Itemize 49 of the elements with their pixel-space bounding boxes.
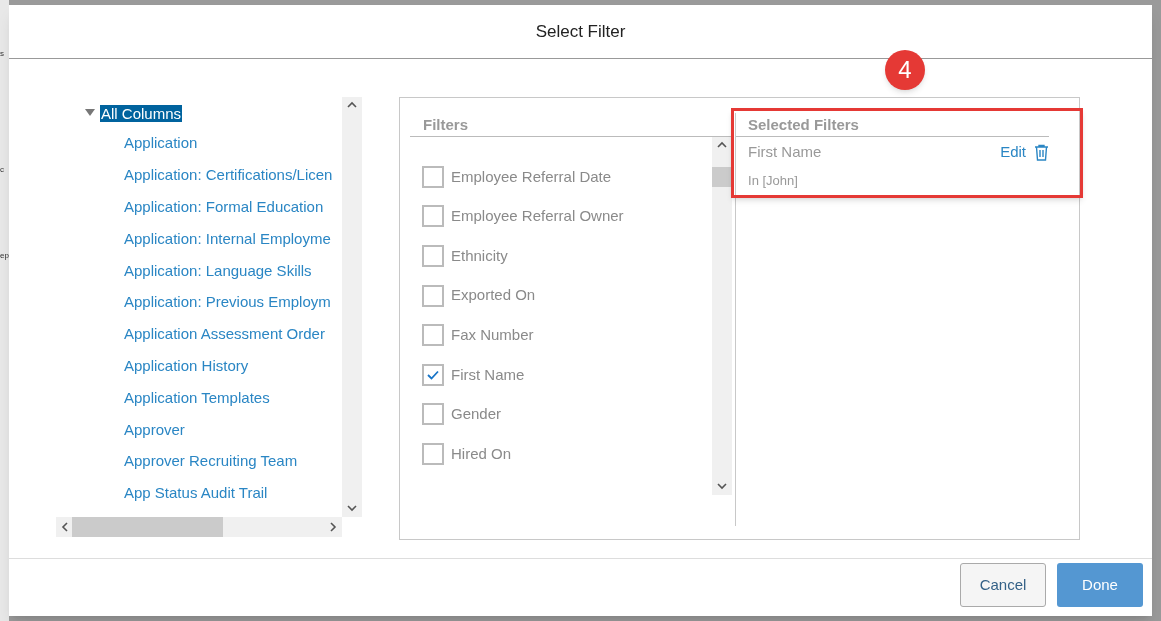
filter-label: Gender <box>451 404 502 425</box>
filter-label: Employee Referral Owner <box>451 206 624 227</box>
background-text: c <box>0 166 5 174</box>
tree-item[interactable]: Application: Previous Employm <box>124 294 331 310</box>
trash-icon[interactable] <box>1034 143 1049 161</box>
column-heading: Selected Filters <box>748 116 859 133</box>
checkbox[interactable] <box>422 403 444 426</box>
tree-item[interactable]: App Status Audit Trail <box>124 485 268 501</box>
tree-item[interactable]: Application: Language Skills <box>124 262 312 278</box>
tree-item[interactable]: Application History <box>124 357 249 373</box>
tree-item[interactable]: Application Templates <box>124 389 270 405</box>
filter-label: Fax Number <box>451 324 534 345</box>
step-number: 4 <box>898 55 912 85</box>
selected-filter-name: First Name <box>748 141 822 162</box>
check-icon <box>427 369 439 380</box>
checkbox[interactable] <box>422 284 444 307</box>
filter-label: Ethnicity <box>451 245 508 266</box>
tree-item[interactable]: Application: Certifications/Licen <box>124 167 333 183</box>
cancel-button[interactable]: Cancel <box>960 563 1046 607</box>
column-heading: Filters <box>423 116 468 133</box>
tree-item[interactable]: Approver <box>124 421 185 437</box>
dialog-title: Select Filter <box>535 20 626 43</box>
done-button[interactable]: Done <box>1057 563 1143 607</box>
horizontal-scrollbar[interactable] <box>56 517 342 537</box>
filter-label: Exported On <box>451 285 536 306</box>
tree-item[interactable]: Application: Internal Employme <box>124 230 331 246</box>
background-text: s <box>0 50 5 58</box>
background-text: ep <box>0 252 9 260</box>
checkbox[interactable] <box>422 324 444 347</box>
checkbox[interactable] <box>422 442 444 465</box>
filter-condition: In [John] <box>748 172 798 191</box>
scrollbar-thumb[interactable] <box>72 517 223 537</box>
scrollbar-thumb[interactable] <box>712 167 733 187</box>
vertical-scrollbar[interactable] <box>342 97 362 517</box>
filter-label: First Name <box>451 364 525 385</box>
filter-label: Employee Referral Date <box>451 166 612 187</box>
checkbox[interactable] <box>422 363 444 386</box>
tree-item[interactable]: Application: Formal Education <box>124 199 324 214</box>
checkbox[interactable] <box>422 165 444 188</box>
vertical-scrollbar[interactable] <box>712 137 733 495</box>
expand-triangle-icon[interactable] <box>84 108 96 118</box>
tree-item[interactable]: Application <box>124 135 198 151</box>
checkbox[interactable] <box>422 205 444 228</box>
tree-item[interactable]: All Columns <box>100 104 183 122</box>
checkbox[interactable] <box>422 245 444 267</box>
edit-link[interactable]: Edit <box>1000 140 1026 164</box>
tree-item[interactable]: Approver Recruiting Team <box>124 453 298 469</box>
tree-item[interactable]: Application Assessment Order <box>124 326 325 342</box>
filter-label: Hired On <box>451 443 512 464</box>
